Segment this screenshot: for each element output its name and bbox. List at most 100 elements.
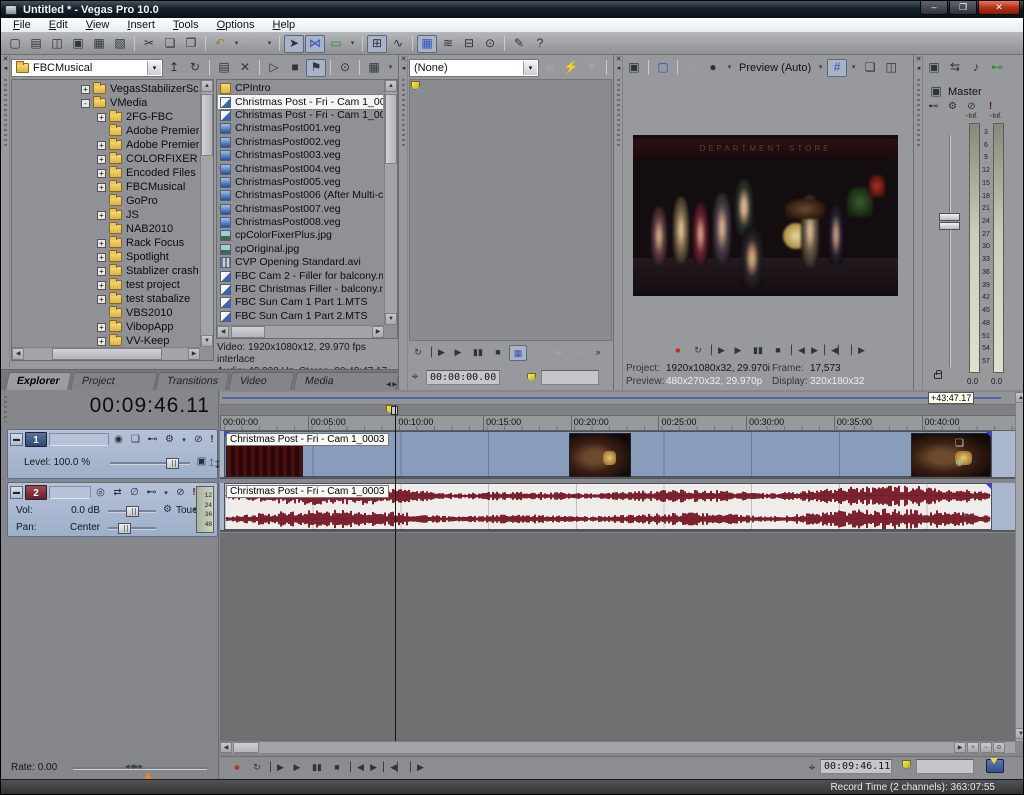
render-as-button[interactable]: ▣ — [68, 35, 88, 53]
capture-video-button[interactable]: ▦ — [89, 35, 109, 53]
timeline-cursor-time[interactable]: 00:09:46.11 — [820, 759, 892, 774]
file-item[interactable]: ChristmasPost002.veg — [218, 136, 383, 149]
file-item[interactable]: ChristmasPost001.veg — [218, 122, 383, 135]
master-meter-left[interactable] — [969, 123, 980, 373]
mute-icon[interactable]: ⊘ — [964, 101, 979, 112]
track-number[interactable]: 1 — [25, 432, 47, 447]
file-item[interactable]: CVP Opening Standard.avi — [218, 256, 383, 269]
tree-exp-icon[interactable]: + — [97, 323, 106, 332]
views-button[interactable]: ▦ — [364, 59, 384, 77]
whats-this-help-button[interactable]: ? — [530, 35, 550, 53]
pin-icon[interactable]: ◂ — [614, 64, 623, 73]
file-item[interactable]: CPIntro — [218, 82, 383, 95]
project-properties-button[interactable]: ▧ — [110, 35, 130, 53]
time-ruler[interactable]: 00:00:0000:05:0000:10:0000:15:0000:20:00… — [220, 416, 1015, 431]
file-item[interactable]: ChristmasPost008.veg — [218, 216, 383, 229]
tree-item[interactable]: + 2FG-FBC — [13, 110, 199, 124]
tree-item[interactable]: GoPro — [13, 194, 199, 208]
redo-drop-button[interactable]: ▾ — [264, 35, 275, 53]
solo-icon[interactable]: ! — [208, 434, 216, 445]
tree-item[interactable]: + Spotlight — [13, 250, 199, 264]
menu-item[interactable]: View — [77, 18, 119, 32]
automation-settings-icon[interactable]: ⚙ — [945, 101, 960, 112]
fit-button[interactable]: ↔ — [569, 345, 587, 361]
start-preview-button[interactable]: ▷ — [264, 59, 284, 77]
undo-button[interactable]: ↶ — [210, 35, 230, 53]
timeline-vscrollbar[interactable]: ▲ ▼ — [1015, 392, 1024, 741]
selection-edit-tool-button[interactable]: ▭ — [326, 35, 346, 53]
open-project-button[interactable]: ▤ — [26, 35, 46, 53]
save-snapshot-button[interactable]: ◫ — [881, 59, 901, 77]
menu-item[interactable]: Tools — [164, 18, 208, 32]
explorer-grip[interactable]: ✕ ◂ — [1, 55, 10, 390]
redo-button[interactable]: ↷ — [243, 35, 263, 53]
record-button[interactable]: ● — [228, 760, 246, 776]
grid-overlay-button[interactable]: # — [827, 59, 847, 77]
dock-tab[interactable]: Project Media — [70, 372, 157, 390]
master-grip[interactable]: ✕ ◂ — [914, 55, 923, 390]
new-folder-button[interactable]: ▤ — [214, 59, 234, 77]
track-name-field[interactable] — [49, 433, 109, 446]
filelist-hscrollbar[interactable]: ◀ ▶ — [217, 325, 384, 338]
dock-tab[interactable]: Transitions — [155, 372, 230, 390]
mute-icon[interactable]: ⊘ — [173, 487, 188, 498]
file-item[interactable]: Christmas Post - Fri - Cam 1_0003.n — [218, 95, 383, 108]
preview-mode-label[interactable]: Preview (Auto) — [736, 62, 814, 74]
tree-exp-icon[interactable]: + — [97, 337, 106, 346]
play-from-start-button[interactable]: ▏▶ — [709, 343, 727, 359]
track-composite-icon[interactable]: ❏ — [128, 434, 143, 445]
close-icon[interactable]: ✕ — [399, 55, 408, 64]
title-bar[interactable]: Untitled * - Vegas Pro 10.0 – ❐ ✕ — [1, 1, 1023, 18]
play-button[interactable]: ▶ — [449, 345, 467, 361]
video-track-lane[interactable]: Christmas Post - Fri - Cam 1_0003 ❏ ⊕ — [220, 431, 1015, 479]
lock-envelopes-button[interactable]: ⊟ — [459, 35, 479, 53]
auto-preview-button[interactable]: ⚑ — [306, 59, 326, 77]
file-item[interactable]: FBC Christmas Filler - balcony.mts — [218, 283, 383, 296]
clip-indicator-left[interactable]: -Inf. — [966, 113, 978, 120]
tree-item[interactable]: + Adobe Premiere Pro Pr — [13, 138, 199, 152]
close-button[interactable]: ✕ — [978, 1, 1020, 15]
go-to-start-button[interactable]: ▏◀ — [789, 343, 807, 359]
paste-button[interactable]: ❐ — [181, 35, 201, 53]
trimmer-cursor-time[interactable]: 00:00:00.00 — [426, 370, 500, 385]
file-item[interactable]: cpOriginal.jpg — [218, 243, 383, 256]
overlay-dropdown[interactable]: ▾ — [848, 59, 859, 77]
dock-tab[interactable]: Media Generators — [293, 372, 400, 390]
loop-region-icon[interactable] — [986, 759, 1004, 773]
tree-exp-icon[interactable]: + — [97, 281, 106, 290]
next-frame-button[interactable]: ▏▶ — [849, 343, 867, 359]
tab-scroll-arrows[interactable]: ◀ ▶ — [386, 381, 397, 388]
track-fx-icon[interactable]: ⊷ — [145, 434, 160, 445]
file-item[interactable]: ChristmasPost005.veg — [218, 176, 383, 189]
timeline-selection-field[interactable] — [916, 759, 974, 774]
arm-record-icon[interactable]: ◎ — [93, 487, 108, 498]
event-pan-crop-icon[interactable]: ❏ — [955, 438, 964, 449]
track-name-field[interactable] — [49, 486, 91, 499]
automatic-crossfades-button[interactable]: ∿ — [388, 35, 408, 53]
delete-button[interactable]: ✕ — [235, 59, 255, 77]
clip-indicator-right[interactable]: -Inf. — [990, 113, 1002, 120]
track-motion-icon[interactable]: ◉ — [111, 434, 126, 445]
file-item[interactable]: FBC Sun Cam 1 Part 1.MTS — [218, 296, 383, 309]
step-right-button[interactable]: → — [529, 345, 547, 361]
timeline-time-display[interactable]: 00:09:46.11 — [90, 394, 210, 418]
dim-output-button[interactable]: ♪ — [966, 59, 986, 77]
master-meter-right[interactable] — [993, 123, 1004, 373]
plugin-chain-button[interactable]: ⚡ — [561, 59, 581, 77]
save-project-button[interactable]: ◫ — [47, 35, 67, 53]
file-item[interactable]: cpColorFixerPlus.jpg — [218, 229, 383, 242]
dock-tab[interactable]: Explorer — [5, 372, 71, 390]
fx-dropdown[interactable]: ▾ — [161, 489, 171, 497]
go-to-end-button[interactable]: ▶▕ — [368, 760, 386, 776]
views-dropdown[interactable]: ▾ — [385, 59, 396, 77]
file-item[interactable]: ChristmasPost004.veg — [218, 162, 383, 175]
tree-item[interactable]: - VMedia — [13, 96, 199, 110]
dock-tab[interactable]: Video FX — [228, 372, 294, 390]
mixer-properties-button[interactable]: ▣ — [924, 59, 944, 77]
tree-item[interactable]: + COLORFIXER — [13, 152, 199, 166]
edit-cursor[interactable] — [395, 405, 396, 741]
play-from-start-button[interactable]: ▏▶ — [268, 760, 286, 776]
tree-exp-icon[interactable]: + — [97, 141, 106, 150]
close-icon[interactable]: ✕ — [614, 55, 623, 64]
shuttle-thumb[interactable]: ◂◂▸▸ — [125, 761, 143, 772]
